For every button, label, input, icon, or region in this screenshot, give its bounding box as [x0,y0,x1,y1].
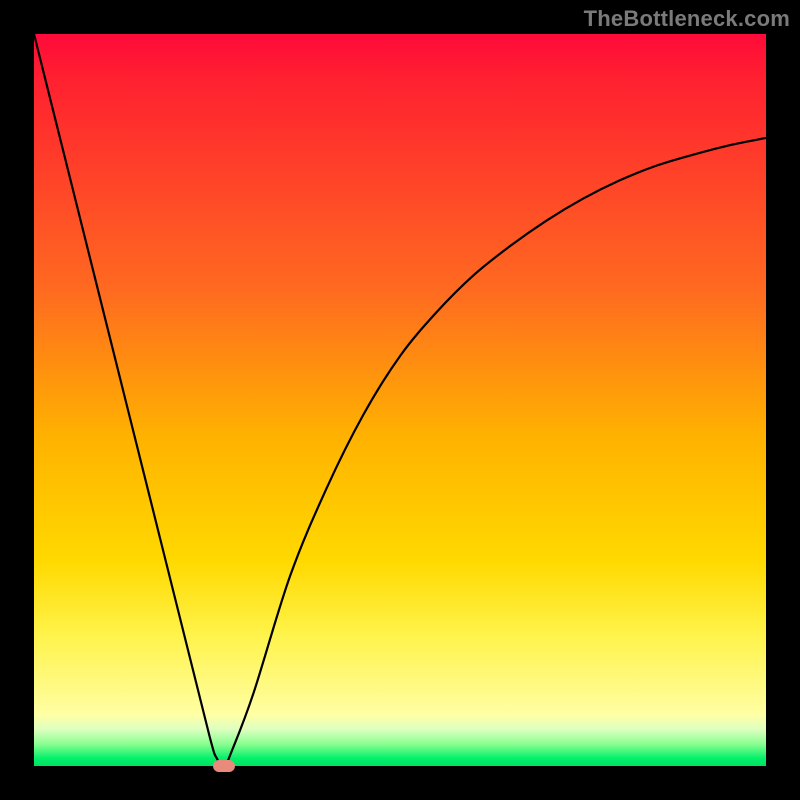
bottleneck-curve [34,34,766,766]
watermark-text: TheBottleneck.com [584,6,790,32]
plot-area [34,34,766,766]
curve-svg [34,34,766,766]
minimum-marker [213,760,235,772]
chart-frame: TheBottleneck.com [0,0,800,800]
